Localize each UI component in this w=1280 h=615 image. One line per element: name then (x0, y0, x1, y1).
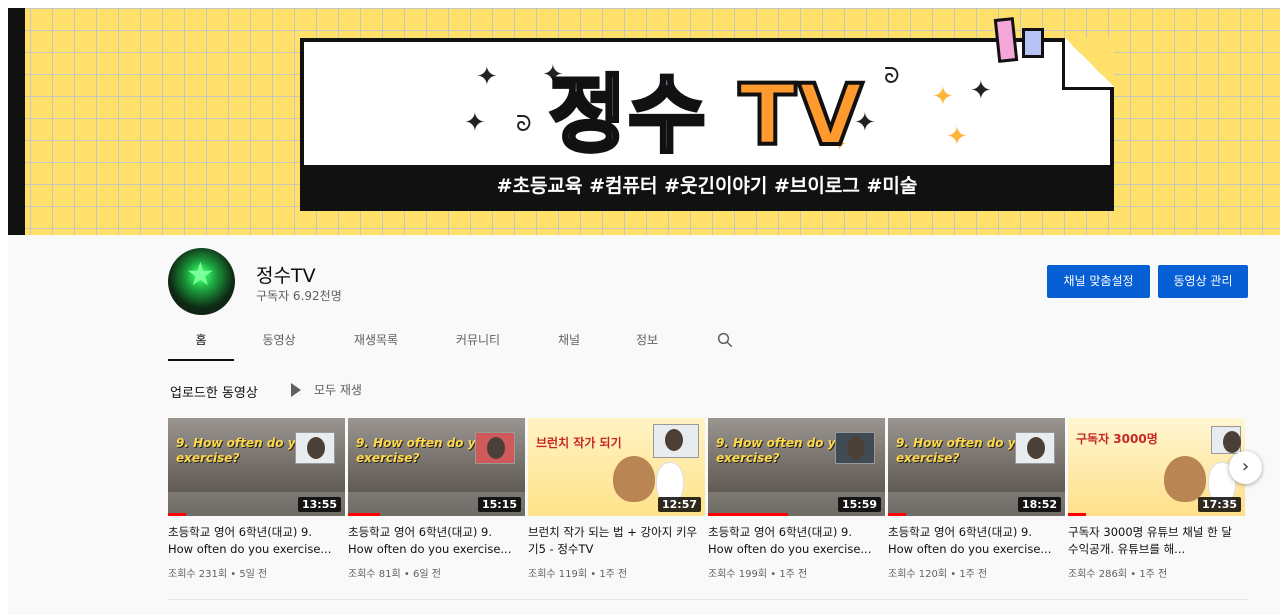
search-icon[interactable] (716, 331, 734, 349)
thumbnail-face (1211, 426, 1241, 454)
video-thumbnail[interactable]: 9. How often do you exercise? 15:59 (708, 418, 885, 516)
video-title[interactable]: 초등학교 영어 6학년(대교) 9. How often do you exer… (168, 524, 338, 558)
video-meta: 조회수 120회 • 1주 전 (888, 569, 988, 580)
manage-videos-button[interactable]: 동영상 관리 (1158, 265, 1248, 298)
video-title[interactable]: 초등학교 영어 6학년(대교) 9. How often do you exer… (708, 524, 878, 558)
video-meta: 조회수 286회 • 1주 전 (1068, 569, 1168, 580)
watch-progress (168, 513, 186, 516)
video-duration: 18:52 (1017, 497, 1061, 512)
tab-videos[interactable]: 동영상 (246, 325, 312, 361)
thumbnail-face (653, 424, 699, 458)
chevron-right-icon: › (1241, 456, 1250, 477)
video-meta: 조회수 199회 • 1주 전 (708, 569, 808, 580)
watch-progress (1068, 513, 1086, 516)
video-meta: 조회수 81회 • 6일 전 (348, 569, 441, 580)
channel-header: ★ 정수TV 구독자 6.92천명 채널 맞춤설정 동영상 관리 홈 동영상 재… (8, 235, 1280, 361)
video-duration: 15:15 (477, 497, 521, 512)
video-title[interactable]: 구독자 3000명 유튜브 채널 한 달 수익공개. 유튜브를 해... (1068, 524, 1238, 558)
video-thumbnail[interactable]: 9. How often do you exercise? 13:55 (168, 418, 345, 516)
banner-title-tv: TV (737, 64, 866, 166)
video-title[interactable]: 브런치 작가 되는 법 + 강아지 키우기5 - 정수TV (528, 524, 698, 558)
uploads-section-title[interactable]: 업로드한 동영상 (170, 382, 258, 401)
video-duration: 12:57 (657, 497, 701, 512)
video-duration: 17:35 (1197, 497, 1241, 512)
video-thumbnail[interactable]: 브런치 작가 되기 12:57 (528, 418, 705, 516)
video-title[interactable]: 초등학교 영어 6학년(대교) 9. How often do you exer… (888, 524, 1058, 558)
video-card[interactable]: 구독자 3000명 17:35 구독자 3000명 유튜브 채널 한 달 수익공… (1068, 418, 1245, 580)
banner-image: ✦ ✦ ✦ ᘐ ᘐ ✦ ✦ ✦ ✦ ✦ 정수 TV #초등교육 #컴퓨터 #웃긴… (8, 8, 1280, 235)
thumbnail-face (835, 432, 875, 464)
subscriber-count: 구독자 6.92천명 (256, 289, 342, 303)
banner-left-bar (8, 8, 25, 235)
channel-banner: ✦ ✦ ✦ ᘐ ᘐ ✦ ✦ ✦ ✦ ✦ 정수 TV #초등교육 #컴퓨터 #웃긴… (0, 0, 1280, 235)
carousel-next-button[interactable]: › (1229, 451, 1262, 484)
channel-name: 정수TV (256, 265, 316, 287)
video-thumbnail[interactable]: 9. How often do you exercise? 15:15 (348, 418, 525, 516)
bear-illustration (613, 456, 655, 502)
watch-progress (348, 513, 380, 516)
play-icon (291, 382, 301, 397)
video-thumbnail[interactable]: 9. How often do you exercise? 18:52 (888, 418, 1065, 516)
star-icon: ★ (186, 255, 215, 293)
play-all-label: 모두 재생 (314, 383, 362, 397)
tab-about[interactable]: 정보 (624, 325, 670, 361)
video-card[interactable]: 9. How often do you exercise? 18:52 초등학교… (888, 418, 1065, 580)
thumbnail-face (1015, 432, 1055, 464)
video-meta: 조회수 119회 • 1주 전 (528, 569, 628, 580)
thumbnail-text: 구독자 3000명 (1076, 432, 1158, 446)
video-card[interactable]: 브런치 작가 되기 12:57 브런치 작가 되는 법 + 강아지 키우기5 -… (528, 418, 705, 580)
bear-illustration (1164, 456, 1206, 502)
play-all-button[interactable]: 모두 재생 (291, 381, 362, 398)
video-thumbnail[interactable]: 구독자 3000명 17:35 (1068, 418, 1245, 516)
watch-progress (708, 513, 788, 516)
home-content: 업로드한 동영상 모두 재생 9. How often do you exerc… (8, 361, 1280, 615)
tab-home[interactable]: 홈 (168, 325, 234, 361)
tab-playlists[interactable]: 재생목록 (340, 325, 412, 361)
banner-tags: #초등교육 #컴퓨터 #웃긴이야기 #브이로그 #미술 (304, 165, 1110, 207)
watch-progress (888, 513, 906, 516)
thumbnail-face (475, 432, 515, 464)
tab-channels[interactable]: 채널 (546, 325, 592, 361)
banner-title-korean: 정수 (547, 64, 708, 166)
section-divider (168, 599, 1248, 600)
video-card[interactable]: 9. How often do you exercise? 13:55 초등학교… (168, 418, 345, 580)
video-duration: 15:59 (837, 497, 881, 512)
thumbnail-face (295, 432, 335, 464)
banner-title: 정수 TV (304, 48, 1110, 169)
video-card[interactable]: 9. How often do you exercise? 15:59 초등학교… (708, 418, 885, 580)
tab-community[interactable]: 커뮤니티 (442, 325, 514, 361)
banner-card: ✦ ✦ ✦ ᘐ ᘐ ✦ ✦ ✦ ✦ ✦ 정수 TV #초등교육 #컴퓨터 #웃긴… (300, 17, 1114, 211)
customize-channel-button[interactable]: 채널 맞춤설정 (1047, 265, 1150, 298)
video-meta: 조회수 231회 • 5일 전 (168, 569, 268, 580)
video-card[interactable]: 9. How often do you exercise? 15:15 초등학교… (348, 418, 525, 580)
video-duration: 13:55 (297, 497, 341, 512)
video-title[interactable]: 초등학교 영어 6학년(대교) 9. How often do you exer… (348, 524, 518, 558)
thumbnail-text: 브런치 작가 되기 (536, 436, 622, 450)
channel-avatar[interactable]: ★ (168, 248, 235, 315)
